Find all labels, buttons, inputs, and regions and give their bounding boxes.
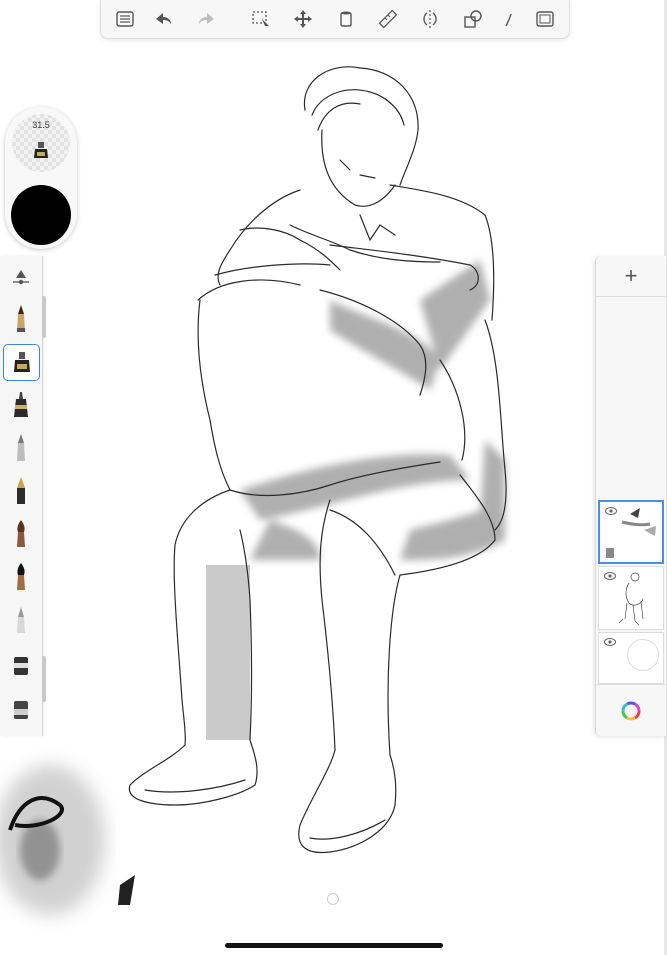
- inking-pen-slot[interactable]: [3, 344, 40, 381]
- redo-icon[interactable]: [195, 7, 219, 31]
- brush-palette: [0, 256, 43, 736]
- add-layer-label: +: [624, 263, 638, 288]
- airbrush-icon[interactable]: [3, 602, 38, 637]
- layer-linework[interactable]: [598, 566, 664, 630]
- home-indicator[interactable]: [225, 943, 443, 948]
- ruler-icon[interactable]: [376, 7, 400, 31]
- perspective-icon[interactable]: [499, 7, 523, 31]
- inking-pen-icon: [13, 351, 30, 372]
- marker-icon[interactable]: [3, 559, 38, 594]
- brush-size-well[interactable]: 31.5: [12, 114, 70, 172]
- smudge-area: [0, 765, 135, 915]
- inking-pen-icon: [34, 142, 48, 158]
- paintbrush-icon[interactable]: [3, 516, 38, 551]
- fountain-pen-icon[interactable]: [3, 473, 38, 508]
- layers-list-icon[interactable]: [113, 7, 137, 31]
- ballpoint-pen-icon[interactable]: [3, 430, 38, 465]
- add-layer-button[interactable]: +: [596, 256, 666, 297]
- layer-background[interactable]: [598, 632, 664, 684]
- layer-shading[interactable]: [598, 500, 664, 564]
- technical-pen-icon[interactable]: [3, 387, 38, 422]
- current-color-well[interactable]: [11, 185, 71, 245]
- pencil-brush-icon[interactable]: [3, 301, 38, 336]
- layers-panel: +: [595, 256, 666, 736]
- brush-color-puck: 31.5: [5, 107, 77, 249]
- brush-size-value: 31.5: [32, 120, 50, 130]
- fill-bucket-icon[interactable]: [334, 7, 358, 31]
- color-editor-button[interactable]: [596, 684, 666, 737]
- palette-scroll-marker-bottom[interactable]: [42, 656, 46, 702]
- drawing-canvas[interactable]: [0, 0, 667, 955]
- leg-shading: [206, 565, 250, 740]
- layer-linework-preview: [618, 572, 644, 626]
- top-toolbar: [100, 0, 570, 39]
- palette-scroll-marker-top[interactable]: [42, 296, 46, 338]
- eraser-icon[interactable]: [3, 648, 38, 683]
- background-color-circle: [627, 639, 659, 671]
- undo-icon[interactable]: [151, 7, 175, 31]
- fullscreen-icon[interactable]: [533, 7, 557, 31]
- symmetry-icon[interactable]: [418, 7, 442, 31]
- layer-shading-preview: [606, 508, 656, 558]
- shapes-icon[interactable]: [461, 7, 485, 31]
- transform-icon[interactable]: [291, 7, 315, 31]
- canvas-center-indicator: [327, 893, 339, 905]
- color-wheel-icon: [621, 701, 641, 721]
- selection-icon[interactable]: [249, 7, 273, 31]
- brush-settings-icon[interactable]: [3, 260, 38, 295]
- shading-strokes: [240, 260, 505, 560]
- eye-icon[interactable]: [604, 638, 616, 646]
- smudge-icon[interactable]: [3, 692, 38, 727]
